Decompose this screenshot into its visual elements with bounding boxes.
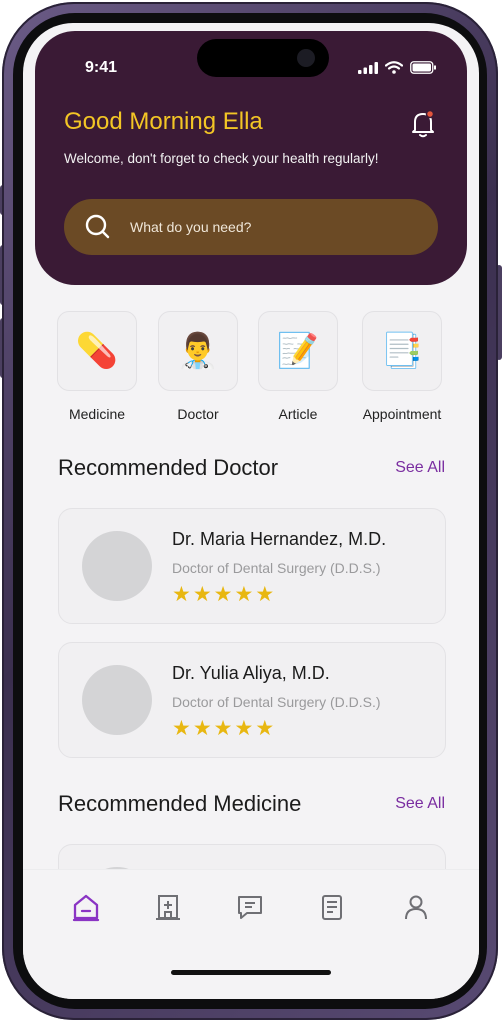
welcome-text: Welcome, don't forget to check your heal… xyxy=(64,151,379,166)
camera-icon xyxy=(297,49,315,67)
wifi-icon xyxy=(385,61,403,74)
star-icon: ★ xyxy=(172,717,191,740)
star-icon: ★ xyxy=(255,583,275,606)
dynamic-island xyxy=(197,39,329,77)
category-article[interactable]: 📝 Article xyxy=(253,311,343,422)
search-bar[interactable]: What do you need? xyxy=(64,199,438,255)
star-icon: ★ xyxy=(192,583,212,606)
recommended-doctor-title: Recommended Doctor xyxy=(58,455,279,480)
category-label: Appointment xyxy=(362,406,442,422)
category-doctor[interactable]: 👨‍⚕️ Doctor xyxy=(153,311,243,422)
profile-icon[interactable] xyxy=(401,892,431,922)
appointment-icon: 📑 xyxy=(362,311,442,391)
doctor-card[interactable]: Dr. Yulia Aliya, M.D. Doctor of Dental S… xyxy=(58,642,446,758)
avatar xyxy=(82,665,152,735)
see-all-doctors-link[interactable]: See All xyxy=(395,459,445,477)
screen: 9:41 Good Morning Ella Welcome, don't fo… xyxy=(23,23,479,999)
home-indicator xyxy=(171,970,331,975)
doctor-name: Dr. Yulia Aliya, M.D. xyxy=(172,663,330,683)
doctor-icon: 👨‍⚕️ xyxy=(158,311,238,391)
see-all-medicine-link[interactable]: See All xyxy=(395,795,445,813)
star-icon: ★ xyxy=(255,717,275,740)
search-icon xyxy=(85,214,110,239)
header: 9:41 Good Morning Ella Welcome, don't fo… xyxy=(35,31,467,285)
status-time: 9:41 xyxy=(85,59,118,76)
rating-stars: ★ ★ ★ ★ ★ xyxy=(172,582,274,607)
greeting-title: Good Morning Ella xyxy=(64,108,263,135)
star-icon: ★ xyxy=(172,583,191,606)
search-input[interactable]: What do you need? xyxy=(130,219,251,235)
doctor-card[interactable]: Dr. Maria Hernandez, M.D. Doctor of Dent… xyxy=(58,508,446,624)
battery-icon xyxy=(410,61,436,74)
signal-icon xyxy=(358,61,378,74)
category-appointment[interactable]: 📑 Appointment xyxy=(357,311,447,422)
notification-bell-icon[interactable] xyxy=(409,109,437,139)
category-label: Doctor xyxy=(177,406,219,422)
category-label: Medicine xyxy=(68,406,126,422)
star-icon: ★ xyxy=(234,717,254,740)
recommended-medicine-title: Recommended Medicine xyxy=(58,791,302,816)
avatar xyxy=(82,531,152,601)
star-icon: ★ xyxy=(213,583,233,606)
hospital-icon[interactable] xyxy=(153,892,183,922)
star-icon: ★ xyxy=(234,583,254,606)
home-icon[interactable] xyxy=(71,892,101,922)
bottom-navigation xyxy=(23,869,479,999)
category-label: Article xyxy=(278,406,318,422)
doctor-specialty: Doctor of Dental Surgery (D.D.S.) xyxy=(172,560,381,576)
status-icons xyxy=(358,61,437,74)
star-icon: ★ xyxy=(192,717,212,740)
rating-stars: ★ ★ ★ ★ ★ xyxy=(172,716,274,741)
category-medicine[interactable]: 💊 Medicine xyxy=(52,311,142,422)
document-icon[interactable] xyxy=(317,892,347,922)
article-icon: 📝 xyxy=(258,311,338,391)
doctor-specialty: Doctor of Dental Surgery (D.D.S.) xyxy=(172,694,381,710)
chat-icon[interactable] xyxy=(235,892,265,922)
pill-icon: 💊 xyxy=(57,311,137,391)
doctor-name: Dr. Maria Hernandez, M.D. xyxy=(172,529,387,549)
star-icon: ★ xyxy=(213,717,233,740)
